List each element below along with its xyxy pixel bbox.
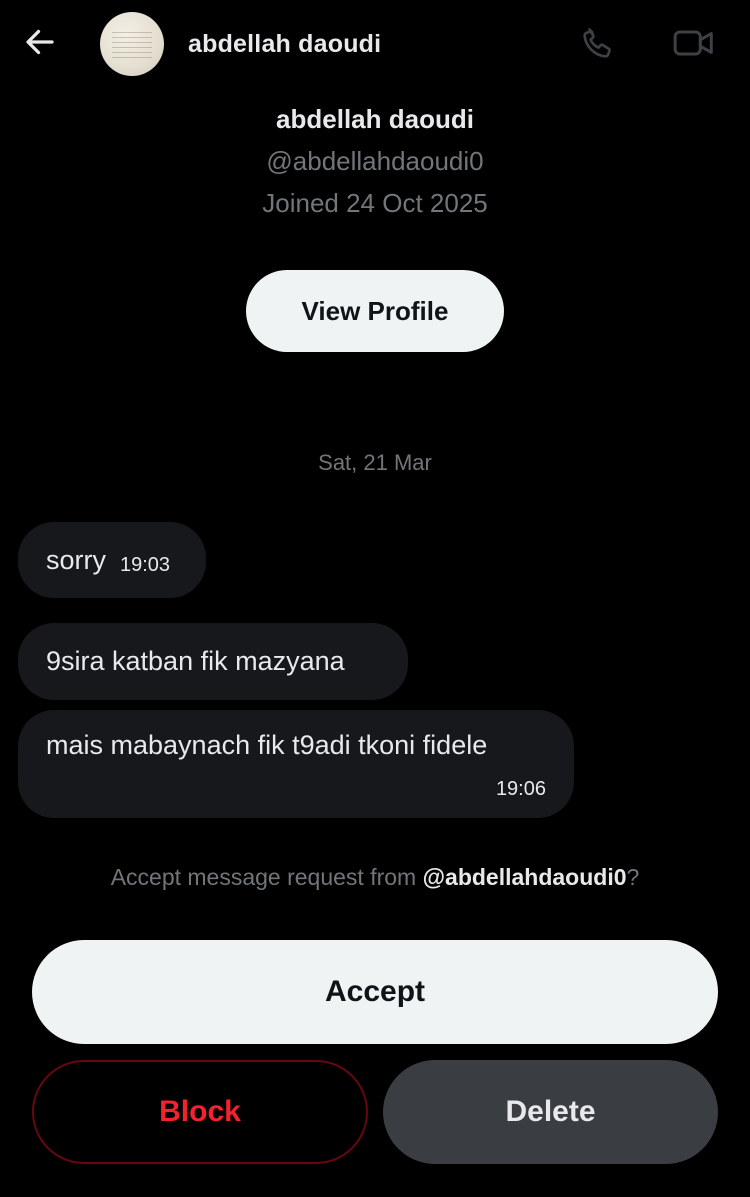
- avatar[interactable]: [100, 12, 164, 76]
- view-profile-button[interactable]: View Profile: [246, 270, 504, 352]
- avatar-image: [112, 28, 152, 60]
- accept-button[interactable]: Accept: [32, 940, 718, 1044]
- message-timestamp: 19:06: [495, 778, 546, 800]
- block-button[interactable]: Block: [32, 1060, 368, 1164]
- message-bubble[interactable]: sorry 19:03: [18, 522, 206, 598]
- profile-joined-date: Joined 24 Oct 2025: [262, 188, 488, 218]
- delete-button[interactable]: Delete: [383, 1060, 718, 1164]
- video-call-button[interactable]: [670, 22, 718, 68]
- phone-icon: [579, 24, 617, 67]
- profile-name: abdellah daoudi: [276, 104, 474, 134]
- date-divider: Sat, 21 Mar: [318, 450, 432, 475]
- back-button[interactable]: [14, 20, 66, 68]
- request-handle-link[interactable]: @abdellahdaoudi0: [423, 864, 627, 890]
- request-prefix: Accept message request from: [110, 864, 423, 890]
- call-button[interactable]: [574, 22, 622, 68]
- message-text: sorry: [46, 544, 106, 575]
- message-bubble[interactable]: 9sira katban fik mazyana: [18, 623, 408, 700]
- message-text: 9sira katban fik mazyana: [46, 646, 345, 676]
- message-request-prompt: Accept message request from @abdellahdao…: [0, 864, 750, 891]
- profile-handle: @abdellahdaoudi0: [266, 146, 484, 176]
- message-bubble[interactable]: mais mabaynach fik t9adi tkoni fidele 19…: [18, 710, 574, 818]
- message-timestamp: 19:03: [120, 553, 171, 576]
- arrow-left-icon: [22, 24, 58, 65]
- header-title[interactable]: abdellah daoudi: [188, 26, 381, 62]
- video-camera-icon: [672, 24, 716, 67]
- request-suffix: ?: [626, 864, 640, 890]
- message-text: mais mabaynach fik t9adi tkoni fidele: [46, 730, 488, 760]
